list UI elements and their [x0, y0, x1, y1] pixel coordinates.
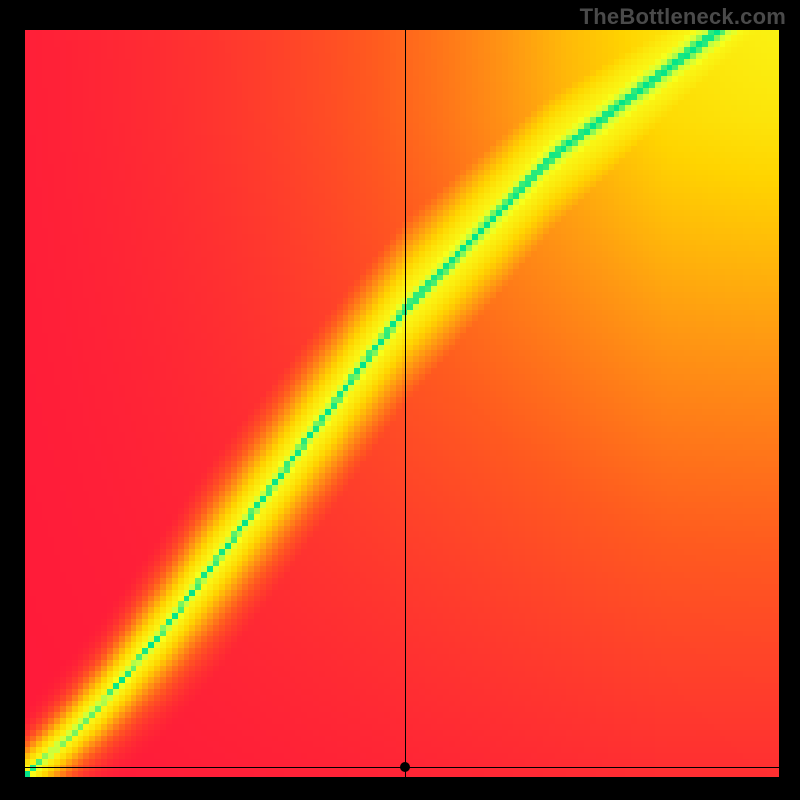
watermark-text: TheBottleneck.com	[580, 4, 786, 30]
heatmap-plot	[25, 30, 779, 777]
heatmap-canvas	[25, 30, 779, 777]
crosshair-vertical	[405, 30, 406, 777]
chart-frame: TheBottleneck.com	[0, 0, 800, 800]
